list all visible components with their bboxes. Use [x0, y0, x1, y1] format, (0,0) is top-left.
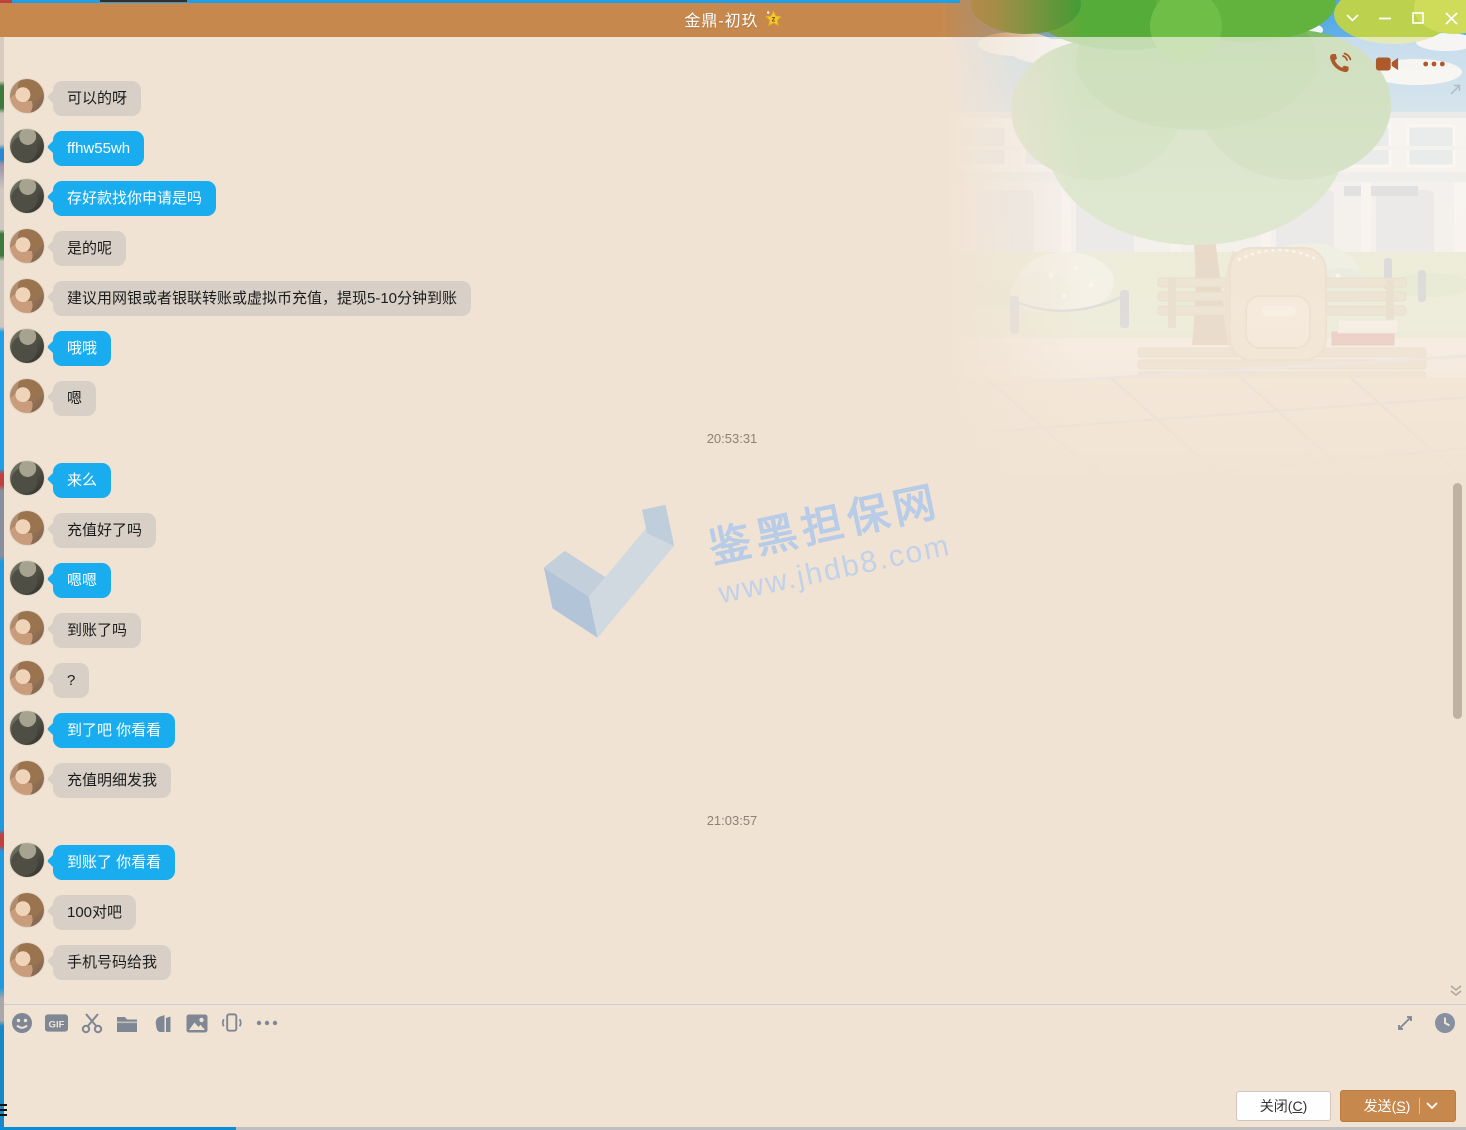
more-tools-icon[interactable]: [255, 1012, 278, 1035]
collapse-chevron-button[interactable]: [1343, 9, 1361, 27]
avatar-male[interactable]: [10, 329, 44, 363]
svg-text:z: z: [771, 14, 775, 23]
message-row: 建议用网银或者银联转账或虚拟币充值，提现5-10分钟到账: [10, 281, 1466, 316]
message-bubble-gray: 手机号码给我: [53, 945, 171, 980]
gif-icon[interactable]: GIF: [45, 1012, 68, 1035]
scroll-corner-arrow-icon[interactable]: [1448, 82, 1463, 102]
star-badge-icon: z: [765, 10, 782, 27]
avatar-female[interactable]: [10, 379, 44, 413]
message-bubble-blue: 嗯嗯: [53, 563, 111, 598]
avatar-female[interactable]: [10, 893, 44, 927]
header-actions: [1328, 52, 1446, 76]
message-bubble-gray: 充值明细发我: [53, 763, 171, 798]
avatar-male[interactable]: [10, 711, 44, 745]
expand-input-icon[interactable]: [1393, 1012, 1416, 1035]
message-bubble-gray: 充值好了吗: [53, 513, 156, 548]
window-edge-artifact-lines: [0, 1104, 7, 1118]
window-controls: [1343, 9, 1460, 27]
message-row: 充值好了吗: [10, 513, 1466, 548]
avatar-male[interactable]: [10, 179, 44, 213]
avatar-female[interactable]: [10, 661, 44, 695]
message-row: 可以的呀: [10, 81, 1466, 116]
avatar-male[interactable]: [10, 843, 44, 877]
message-bubble-blue: 哦哦: [53, 331, 111, 366]
message-row: 到账了吗: [10, 613, 1466, 648]
send-separator: [1419, 1098, 1420, 1114]
window-title: 金鼎-初玖: [684, 7, 758, 31]
message-row: 嗯: [10, 381, 1466, 416]
message-row: 100对吧: [10, 895, 1466, 930]
avatar-female[interactable]: [10, 79, 44, 113]
message-list[interactable]: 可以的呀 ffhw55wh 存好款找你申请是吗是的呢建议用网银或者银联转账或虚拟币充…: [0, 37, 1466, 1004]
window-edge-artifact-left: [0, 37, 4, 1130]
message-row: ffhw55wh: [10, 131, 1466, 166]
footer: 关闭(C) 发送(S): [0, 1082, 1466, 1130]
send-button[interactable]: 发送(S): [1340, 1090, 1456, 1122]
message-bubble-gray: 到账了吗: [53, 613, 141, 648]
window-edge-artifact-top-red: [0, 0, 12, 3]
scrollbar-thumb[interactable]: [1453, 483, 1462, 719]
message-row: 手机号码给我: [10, 945, 1466, 980]
scroll-to-bottom-icon[interactable]: [1449, 984, 1463, 1002]
message-row: ?: [10, 663, 1466, 698]
avatar-female[interactable]: [10, 943, 44, 977]
message-row: 嗯嗯: [10, 563, 1466, 598]
avatar-female[interactable]: [10, 511, 44, 545]
screenshot-scissors-icon[interactable]: [80, 1012, 103, 1035]
file-folder-icon[interactable]: [115, 1012, 138, 1035]
message-row: 到了吧 你看看: [10, 713, 1466, 748]
qq-chat-window: 金鼎-初玖 z: [0, 0, 1466, 1130]
message-row: 到账了 你看看: [10, 845, 1466, 880]
message-bubble-gray: 建议用网银或者银联转账或虚拟币充值，提现5-10分钟到账: [53, 281, 471, 316]
avatar-female[interactable]: [10, 279, 44, 313]
message-row: 是的呢: [10, 231, 1466, 266]
maximize-button[interactable]: [1409, 9, 1427, 27]
avatar-male[interactable]: [10, 461, 44, 495]
message-row: 来么: [10, 463, 1466, 498]
close-button[interactable]: [1442, 9, 1460, 27]
message-bubble-blue: 到账了 你看看: [53, 845, 175, 880]
message-bubble-blue: 到了吧 你看看: [53, 713, 175, 748]
close-chat-button[interactable]: 关闭(C): [1236, 1091, 1331, 1121]
message-bubble-blue: 存好款找你申请是吗: [53, 181, 216, 216]
message-bubble-gray: 嗯: [53, 381, 96, 416]
avatar-female[interactable]: [10, 611, 44, 645]
send-options-chevron-icon[interactable]: [1426, 1102, 1438, 1110]
message-bubble-blue: 来么: [53, 463, 111, 498]
window-shake-icon[interactable]: [220, 1012, 243, 1035]
message-bubble-blue: ffhw55wh: [53, 131, 144, 166]
message-row: 哦哦: [10, 331, 1466, 366]
minimize-button[interactable]: [1376, 9, 1394, 27]
image-icon[interactable]: [185, 1012, 208, 1035]
emoji-icon[interactable]: [10, 1012, 33, 1035]
input-toolbar: GIF: [0, 1004, 1466, 1041]
avatar-female[interactable]: [10, 229, 44, 263]
more-options-icon[interactable]: [1422, 52, 1446, 76]
message-bubble-gray: 是的呢: [53, 231, 126, 266]
message-bubble-gray: ?: [53, 663, 89, 698]
timestamp: 21:03:57: [10, 813, 1454, 828]
avatar-female[interactable]: [10, 761, 44, 795]
titlebar[interactable]: 金鼎-初玖 z: [0, 0, 1466, 37]
clothing-icon[interactable]: [150, 1012, 173, 1035]
video-call-icon[interactable]: [1375, 52, 1399, 76]
message-input-area[interactable]: [0, 1042, 1466, 1082]
message-bubble-gray: 可以的呀: [53, 81, 141, 116]
avatar-male[interactable]: [10, 129, 44, 163]
message-bubble-gray: 100对吧: [53, 895, 136, 930]
message-history-icon[interactable]: [1433, 1012, 1456, 1035]
voice-call-icon[interactable]: [1328, 52, 1352, 76]
timestamp: 20:53:31: [10, 431, 1454, 446]
window-edge-artifact-top-dark: [100, 0, 187, 2]
message-row: 充值明细发我: [10, 763, 1466, 798]
svg-text:GIF: GIF: [49, 1019, 65, 1030]
message-row: 存好款找你申请是吗: [10, 181, 1466, 216]
avatar-male[interactable]: [10, 561, 44, 595]
